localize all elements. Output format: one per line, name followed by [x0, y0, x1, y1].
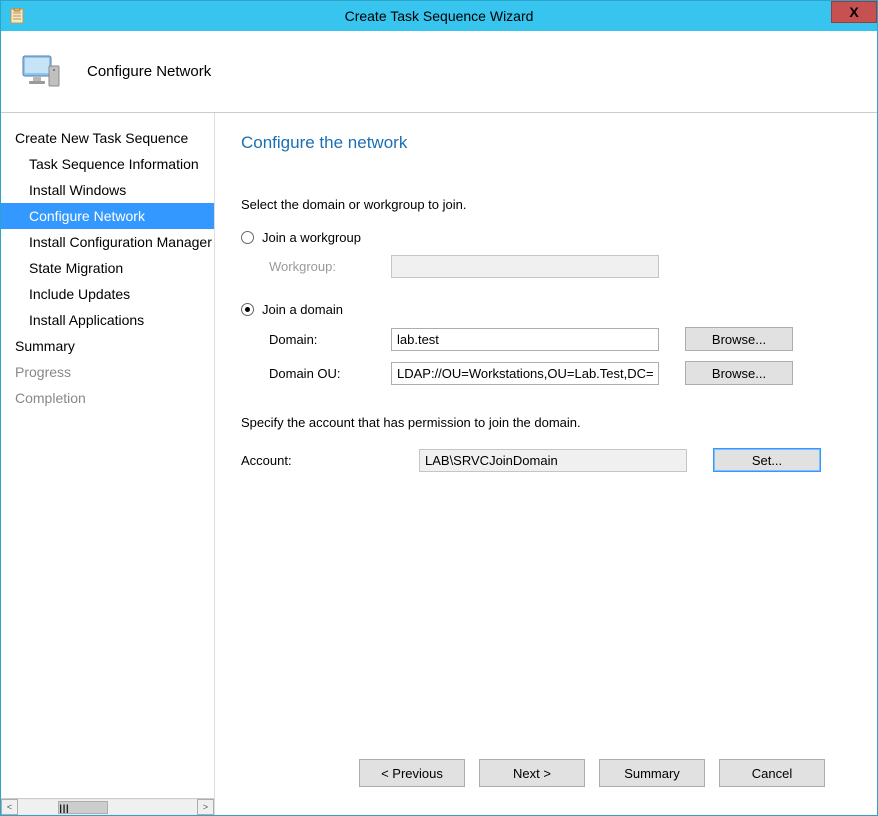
radio-join-domain[interactable]: Join a domain [241, 302, 851, 317]
scroll-left-arrow[interactable]: < [1, 799, 18, 815]
sidebar-item-completion: Completion [1, 385, 214, 411]
radio-join-workgroup[interactable]: Join a workgroup [241, 230, 851, 245]
next-button[interactable]: Next > [479, 759, 585, 787]
page-title: Configure Network [87, 63, 211, 80]
sidebar-item-summary[interactable]: Summary [1, 333, 214, 359]
clipboard-icon [9, 8, 25, 24]
sidebar-items: Create New Task SequenceTask Sequence In… [1, 113, 214, 798]
sidebar-item-install-configuration-manager[interactable]: Install Configuration Manager [1, 229, 214, 255]
label-domain-ou: Domain OU: [241, 366, 391, 381]
radio-label: Join a workgroup [262, 230, 361, 245]
monitor-icon [19, 48, 67, 96]
sidebar-item-task-sequence-information[interactable]: Task Sequence Information [1, 151, 214, 177]
browse-ou-button[interactable]: Browse... [685, 361, 793, 385]
scroll-right-arrow[interactable]: > [197, 799, 214, 815]
radio-label: Join a domain [262, 302, 343, 317]
sidebar-item-configure-network[interactable]: Configure Network [1, 203, 214, 229]
cancel-button[interactable]: Cancel [719, 759, 825, 787]
scroll-track[interactable]: III [18, 799, 197, 815]
instruction-join: Select the domain or workgroup to join. [241, 197, 851, 212]
body-area: Create New Task SequenceTask Sequence In… [1, 113, 877, 815]
instruction-account: Specify the account that has permission … [241, 415, 851, 430]
browse-domain-button[interactable]: Browse... [685, 327, 793, 351]
scroll-thumb[interactable]: III [58, 801, 108, 814]
domain-input[interactable] [391, 328, 659, 351]
titlebar[interactable]: Create Task Sequence Wizard X [1, 1, 877, 31]
workgroup-input [391, 255, 659, 278]
set-account-button[interactable]: Set... [713, 448, 821, 472]
sidebar-horizontal-scrollbar[interactable]: < III > [1, 798, 214, 815]
close-button[interactable]: X [831, 1, 877, 23]
close-icon: X [849, 4, 858, 20]
account-input [419, 449, 687, 472]
content-heading: Configure the network [241, 133, 851, 153]
sidebar-item-create-new-task-sequence[interactable]: Create New Task Sequence [1, 125, 214, 151]
window-title: Create Task Sequence Wizard [1, 8, 877, 24]
label-account: Account: [241, 453, 419, 468]
domain-ou-input[interactable] [391, 362, 659, 385]
radio-icon [241, 231, 254, 244]
previous-button[interactable]: < Previous [359, 759, 465, 787]
sidebar-item-install-windows[interactable]: Install Windows [1, 177, 214, 203]
radio-icon [241, 303, 254, 316]
sidebar-item-progress: Progress [1, 359, 214, 385]
form-section: Select the domain or workgroup to join. … [241, 197, 851, 482]
label-workgroup: Workgroup: [241, 259, 391, 274]
sidebar-item-state-migration[interactable]: State Migration [1, 255, 214, 281]
content-panel: Configure the network Select the domain … [215, 113, 877, 815]
header-banner: Configure Network [1, 31, 877, 113]
sidebar-item-include-updates[interactable]: Include Updates [1, 281, 214, 307]
summary-button[interactable]: Summary [599, 759, 705, 787]
sidebar-item-install-applications[interactable]: Install Applications [1, 307, 214, 333]
wizard-window: Create Task Sequence Wizard X Configure … [0, 0, 878, 816]
sidebar: Create New Task SequenceTask Sequence In… [1, 113, 215, 815]
label-domain: Domain: [241, 332, 391, 347]
footer-buttons: < Previous Next > Summary Cancel [241, 745, 851, 805]
